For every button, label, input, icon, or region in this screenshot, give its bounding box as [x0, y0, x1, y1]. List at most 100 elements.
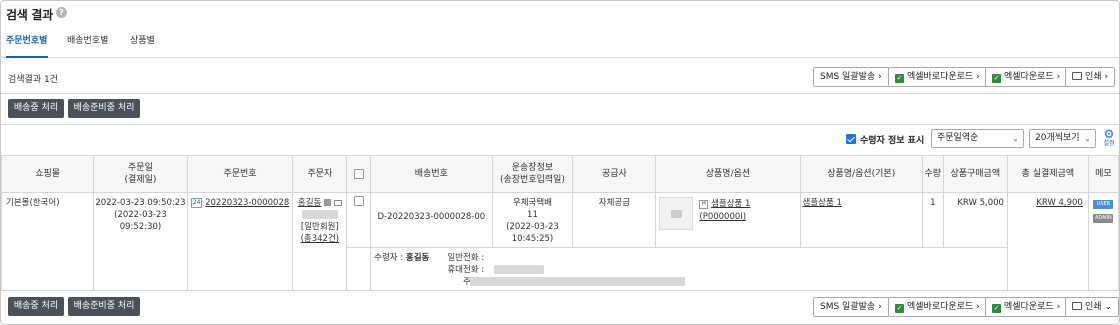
- cell-orderer: 홍길동 [일반회원] (총342건): [292, 192, 348, 291]
- product-name-link[interactable]: 샘플상품 1: [711, 199, 750, 209]
- product-thumbnail[interactable]: [659, 197, 694, 230]
- cell-recipient: 수령자 : 홍길동 일반전화 : 휴대전화 : 주소 :: [370, 247, 1089, 291]
- chevron-down-icon: ⌄: [1084, 134, 1091, 143]
- show-recipient-label: 수령자 정보 표시: [860, 136, 925, 146]
- order-count-link[interactable]: (총342건): [293, 233, 346, 245]
- mark-shipping-button[interactable]: 배송중 처리: [8, 99, 64, 118]
- col-invoice: 운송장정보 (송장번호입력일): [491, 155, 574, 193]
- tab-by-shipping[interactable]: 배송번호별: [67, 26, 111, 58]
- chevron-down-icon: ⌄: [1104, 302, 1112, 312]
- col-order-date-label: 주문일: [128, 163, 153, 173]
- mark-shipping-button-bottom[interactable]: 배송중 처리: [8, 297, 64, 316]
- excel-direct-download-button-bottom[interactable]: ✓ 엑셀바로다운로드 ›: [888, 297, 987, 317]
- col-invoice-label: 운송장정보: [511, 163, 554, 173]
- table-row: 기본몰(한국어) 2022-03-23 09:50:23 (2022-03-23 …: [0, 192, 1120, 291]
- chevron-right-icon: ›: [976, 302, 980, 312]
- mark-preparing-button[interactable]: 배송준비중 처리: [68, 99, 140, 118]
- chevron-right-icon: ›: [1104, 72, 1109, 82]
- cell-product-base: 샘플상품 1: [799, 192, 923, 248]
- paid-date: (2022-03-23 09:52:30): [114, 210, 167, 232]
- tab-by-product[interactable]: 상품별: [130, 26, 160, 58]
- col-qty: 수량: [921, 155, 944, 193]
- col-mall: 쇼핑몰: [0, 155, 95, 193]
- chevron-right-icon: ›: [878, 302, 882, 312]
- sms-bulk-button-bottom[interactable]: SMS 일괄발송 ›: [813, 297, 889, 317]
- col-select-all: [346, 155, 372, 193]
- divider: [1, 124, 1119, 125]
- sms-label: SMS 일괄발송: [820, 72, 876, 82]
- show-recipient-checkbox[interactable]: [846, 134, 856, 144]
- mobile-label: 휴대전화 :: [447, 265, 485, 275]
- col-price: 상품구매금액: [942, 155, 1008, 193]
- page-size-select[interactable]: 20개씩보기 ⌄: [1029, 129, 1096, 148]
- col-product: 상품명/옵션: [655, 155, 801, 193]
- print-label: 인쇄: [1085, 302, 1102, 312]
- cell-shipping-no: D-20220323-0000028-00: [370, 192, 493, 248]
- recipient-name: 홍길동: [405, 253, 430, 263]
- page-size-value: 20개씩보기: [1035, 133, 1080, 143]
- result-count: 검색결과 1건: [8, 75, 58, 85]
- col-total: 총 실결제금액: [1006, 155, 1089, 193]
- chevron-right-icon: ›: [878, 72, 882, 82]
- row-select-checkbox[interactable]: [353, 196, 364, 206]
- sort-select[interactable]: 주문일역순 ⌄: [931, 129, 1024, 148]
- settings-label: 설정: [1103, 140, 1115, 147]
- cell-empty: [346, 247, 372, 291]
- excel-icon: ✓: [895, 74, 904, 83]
- cell-supplier: 자체공급: [572, 192, 657, 248]
- chevron-down-icon: ⌄: [1012, 134, 1019, 143]
- admin-memo-tag[interactable]: ADMIN: [1093, 214, 1114, 223]
- excel-download-label: 엑셀다운로드: [1004, 72, 1054, 82]
- cell-mall: 기본몰(한국어): [0, 192, 95, 291]
- tab-by-order[interactable]: 주문번호별: [6, 26, 48, 58]
- excel-icon: ✓: [992, 304, 1001, 313]
- excel-direct-download-button[interactable]: ✓ 엑셀바로다운로드 ›: [888, 67, 987, 87]
- cell-select: [346, 192, 372, 248]
- column-settings-button[interactable]: ⚙ 설정: [1102, 128, 1116, 150]
- mail-icon[interactable]: [333, 200, 342, 206]
- print-button[interactable]: 인쇄 ›: [1065, 67, 1116, 87]
- col-orderer: 주문자: [292, 155, 348, 193]
- cell-memo: USER ADMIN: [1087, 192, 1120, 291]
- blurred-mobile: [494, 265, 545, 274]
- cell-qty: 1: [921, 192, 944, 248]
- print-select-bottom[interactable]: 인쇄 ⌄: [1065, 297, 1119, 317]
- printer-icon: [1072, 72, 1082, 80]
- option-badge: H: [699, 200, 709, 209]
- cell-price: KRW 5,000: [942, 192, 1008, 248]
- phone-label: 일반전화 :: [447, 253, 485, 263]
- product-code-link[interactable]: (P000000I): [699, 211, 746, 223]
- table-header-row: 쇼핑몰 주문일 (결제일) 주문번호 주문자 배송번호 운송장정보 (송장번호입력일…: [0, 155, 1120, 193]
- invoice-no: 11: [527, 210, 538, 220]
- select-all-checkbox[interactable]: [353, 168, 364, 179]
- total-amount-link[interactable]: KRW 4,900: [1036, 198, 1083, 208]
- sms-bulk-button[interactable]: SMS 일괄발송 ›: [813, 67, 889, 87]
- excel-download-label: 엑셀다운로드: [1004, 302, 1054, 312]
- col-product-base: 상품명/옵션(기본): [799, 155, 923, 193]
- excel-download-button[interactable]: ✓ 엑셀다운로드 ›: [985, 67, 1068, 87]
- col-order-no: 주문번호: [186, 155, 294, 193]
- help-icon[interactable]: ?: [56, 7, 67, 18]
- order-table: 쇼핑몰 주문일 (결제일) 주문번호 주문자 배송번호 운송장정보 (송장번호입력일…: [0, 155, 1120, 291]
- product-base-link[interactable]: 샘플상품 1: [803, 198, 842, 208]
- excel-download-button-bottom[interactable]: ✓ 엑셀다운로드 ›: [985, 297, 1068, 317]
- carrier: 우체국택배: [512, 198, 553, 208]
- page-title: 검색 결과: [6, 8, 53, 22]
- orderer-name-link[interactable]: 홍길동: [298, 198, 321, 208]
- member-icon[interactable]: [324, 199, 332, 206]
- recipient-label: 수령자 :: [374, 253, 404, 263]
- image-placeholder-icon: [671, 210, 683, 218]
- col-invoice-date-label: (송장번호입력일): [499, 175, 565, 185]
- order-no-link[interactable]: 20220323-0000028: [205, 198, 289, 208]
- gear-icon: ⚙: [1103, 127, 1115, 141]
- result-tabs: 주문번호별 배송번호별 상품별: [0, 26, 1120, 58]
- col-memo: 메모: [1087, 155, 1120, 193]
- cell-invoice: 우체국택배 11 (2022-03-23 10:45:25): [491, 192, 574, 248]
- user-memo-tag[interactable]: USER: [1093, 200, 1114, 209]
- divider: [1, 93, 1119, 94]
- mark-preparing-button-bottom[interactable]: 배송준비중 처리: [68, 297, 140, 316]
- excel-icon: ✓: [895, 304, 904, 313]
- order-count-badge: 24: [190, 198, 203, 208]
- invoice-date: (2022-03-23: [506, 222, 559, 232]
- cell-order-no: 24 20220323-0000028: [186, 192, 294, 291]
